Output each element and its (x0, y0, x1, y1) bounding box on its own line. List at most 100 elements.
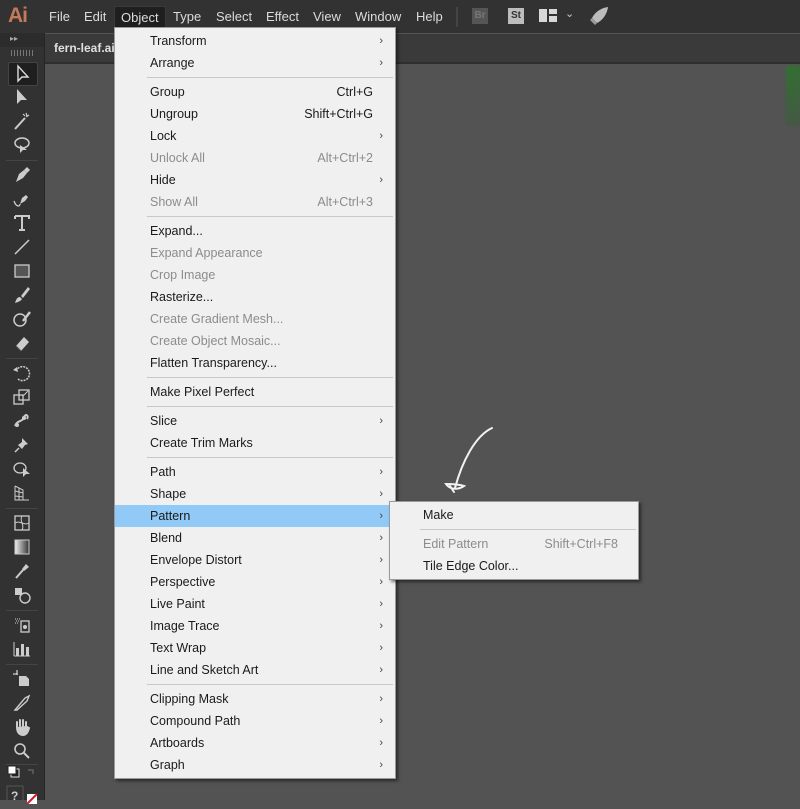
puppet-warp-tool[interactable] (8, 410, 36, 432)
chevron-right-icon: › (379, 57, 383, 69)
magnifier-icon (14, 743, 30, 759)
menu-item-path[interactable]: Path › (115, 461, 395, 483)
bridge-icon[interactable]: Br (472, 8, 488, 24)
menu-item-label: Crop Image (150, 268, 216, 282)
menu-item-make-pixel-perfect[interactable]: Make Pixel Perfect (115, 381, 395, 403)
menu-separator (147, 457, 393, 458)
menu-item-label: Path (150, 465, 176, 479)
menu-item-line-and-sketch-art[interactable]: Line and Sketch Art › (115, 659, 395, 681)
pen-tool[interactable] (8, 164, 36, 186)
pen-icon (16, 167, 30, 182)
menu-item-label: Expand Appearance (150, 246, 263, 260)
rotate-icon (13, 365, 31, 382)
menu-item-slice[interactable]: Slice › (115, 410, 395, 432)
rocket-icon[interactable] (589, 6, 609, 26)
chevron-right-icon: › (379, 488, 383, 500)
chevron-right-icon: › (379, 642, 383, 654)
gradient-tool[interactable] (8, 536, 36, 558)
paintbrush-tool[interactable] (8, 284, 36, 306)
stock-icon[interactable]: St (508, 8, 524, 24)
type-tool[interactable] (8, 212, 36, 234)
workspace-layout-icon[interactable] (539, 9, 557, 22)
pin-tool[interactable] (8, 434, 36, 456)
menu-item-blend[interactable]: Blend › (115, 527, 395, 549)
menu-item-graph[interactable]: Graph › (115, 754, 395, 776)
mesh-tool[interactable] (8, 512, 36, 534)
menu-item-compound-path[interactable]: Compound Path › (115, 710, 395, 732)
menu-item-label: Pattern (150, 509, 191, 523)
menu-item-label: Blend (150, 531, 182, 545)
chevron-right-icon: › (379, 598, 383, 610)
menu-item-tile-edge-color[interactable]: Tile Edge Color... (390, 555, 638, 577)
menu-item-transform[interactable]: Transform › (115, 30, 395, 52)
menu-item-rasterize[interactable]: Rasterize... (115, 286, 395, 308)
menu-item-lock[interactable]: Lock › (115, 125, 395, 147)
shaper-tool[interactable] (8, 308, 36, 330)
artboard-tool[interactable] (8, 668, 36, 690)
eyedropper-tool[interactable] (8, 560, 36, 582)
menu-item-flatten-transparency[interactable]: Flatten Transparency... (115, 352, 395, 374)
menu-item-live-paint[interactable]: Live Paint › (115, 593, 395, 615)
perspective-grid-tool[interactable] (8, 482, 36, 504)
menu-file[interactable]: File (43, 0, 76, 33)
hand-tool[interactable] (8, 716, 36, 738)
menu-item-label: Rasterize... (150, 290, 214, 304)
eraser-icon (15, 337, 29, 352)
zoom-tool[interactable] (8, 740, 36, 762)
direct-selection-icon (17, 89, 27, 104)
paintbrush-icon (15, 287, 30, 303)
menu-item-envelope-distort[interactable]: Envelope Distort › (115, 549, 395, 571)
menu-item-clipping-mask[interactable]: Clipping Mask › (115, 688, 395, 710)
puppet-warp-icon (14, 414, 29, 427)
magic-wand-tool[interactable] (8, 110, 36, 132)
menu-item-text-wrap[interactable]: Text Wrap › (115, 637, 395, 659)
column-graph-tool[interactable] (8, 638, 36, 660)
chevron-down-icon[interactable]: ⌄ (565, 7, 574, 20)
rectangle-icon (14, 264, 30, 278)
lasso-tool[interactable] (8, 134, 36, 156)
eraser-tool[interactable] (8, 332, 36, 354)
menu-item-label: Image Trace (150, 619, 220, 633)
menu-item-create-gradient-mesh: Create Gradient Mesh... (115, 308, 395, 330)
menu-item-label: Edit Pattern (423, 537, 489, 551)
collapse-panel-icon[interactable]: ▸▸ (0, 33, 44, 47)
menu-item-arrange[interactable]: Arrange › (115, 52, 395, 74)
chevron-right-icon: › (379, 715, 383, 727)
menu-edit[interactable]: Edit (78, 0, 112, 33)
menu-item-group[interactable]: Group Ctrl+G (115, 81, 395, 103)
chevron-right-icon: › (379, 532, 383, 544)
selection-tool[interactable] (8, 62, 38, 86)
slice-tool[interactable] (8, 692, 36, 714)
curvature-tool[interactable] (8, 188, 36, 210)
menu-item-perspective[interactable]: Perspective › (115, 571, 395, 593)
menu-item-ungroup[interactable]: Ungroup Shift+Ctrl+G (115, 103, 395, 125)
direct-selection-tool[interactable] (8, 86, 36, 108)
menu-item-label: Make Pixel Perfect (150, 385, 255, 399)
chevron-right-icon: › (379, 130, 383, 142)
panel-grip[interactable] (11, 50, 33, 56)
symbol-sprayer-tool[interactable] (8, 614, 36, 636)
menu-item-artboards[interactable]: Artboards › (115, 732, 395, 754)
scale-tool[interactable] (8, 386, 36, 408)
line-segment-tool[interactable] (8, 236, 36, 258)
rotate-tool[interactable] (8, 362, 36, 384)
menu-item-expand[interactable]: Expand... (115, 220, 395, 242)
fill-stroke-swatches[interactable]: ? (6, 764, 40, 809)
rectangle-tool[interactable] (8, 260, 36, 282)
chevron-right-icon: › (379, 554, 383, 566)
menu-item-expand-appearance: Expand Appearance (115, 242, 395, 264)
menu-item-create-trim-marks[interactable]: Create Trim Marks (115, 432, 395, 454)
menu-item-hide[interactable]: Hide › (115, 169, 395, 191)
menu-help[interactable]: Help (410, 0, 449, 33)
chevron-right-icon: › (379, 737, 383, 749)
document-tab[interactable]: fern-leaf.ai (44, 34, 125, 62)
menu-item-label: Create Object Mosaic... (150, 334, 281, 348)
blend-tool[interactable] (8, 584, 36, 606)
shape-builder-tool[interactable] (8, 458, 36, 480)
menu-item-pattern[interactable]: Pattern › (115, 505, 395, 527)
menu-item-make[interactable]: Make (390, 504, 638, 526)
chevron-right-icon: › (379, 466, 383, 478)
menu-item-shape[interactable]: Shape › (115, 483, 395, 505)
menu-item-image-trace[interactable]: Image Trace › (115, 615, 395, 637)
menu-item-label: Lock (150, 129, 177, 143)
